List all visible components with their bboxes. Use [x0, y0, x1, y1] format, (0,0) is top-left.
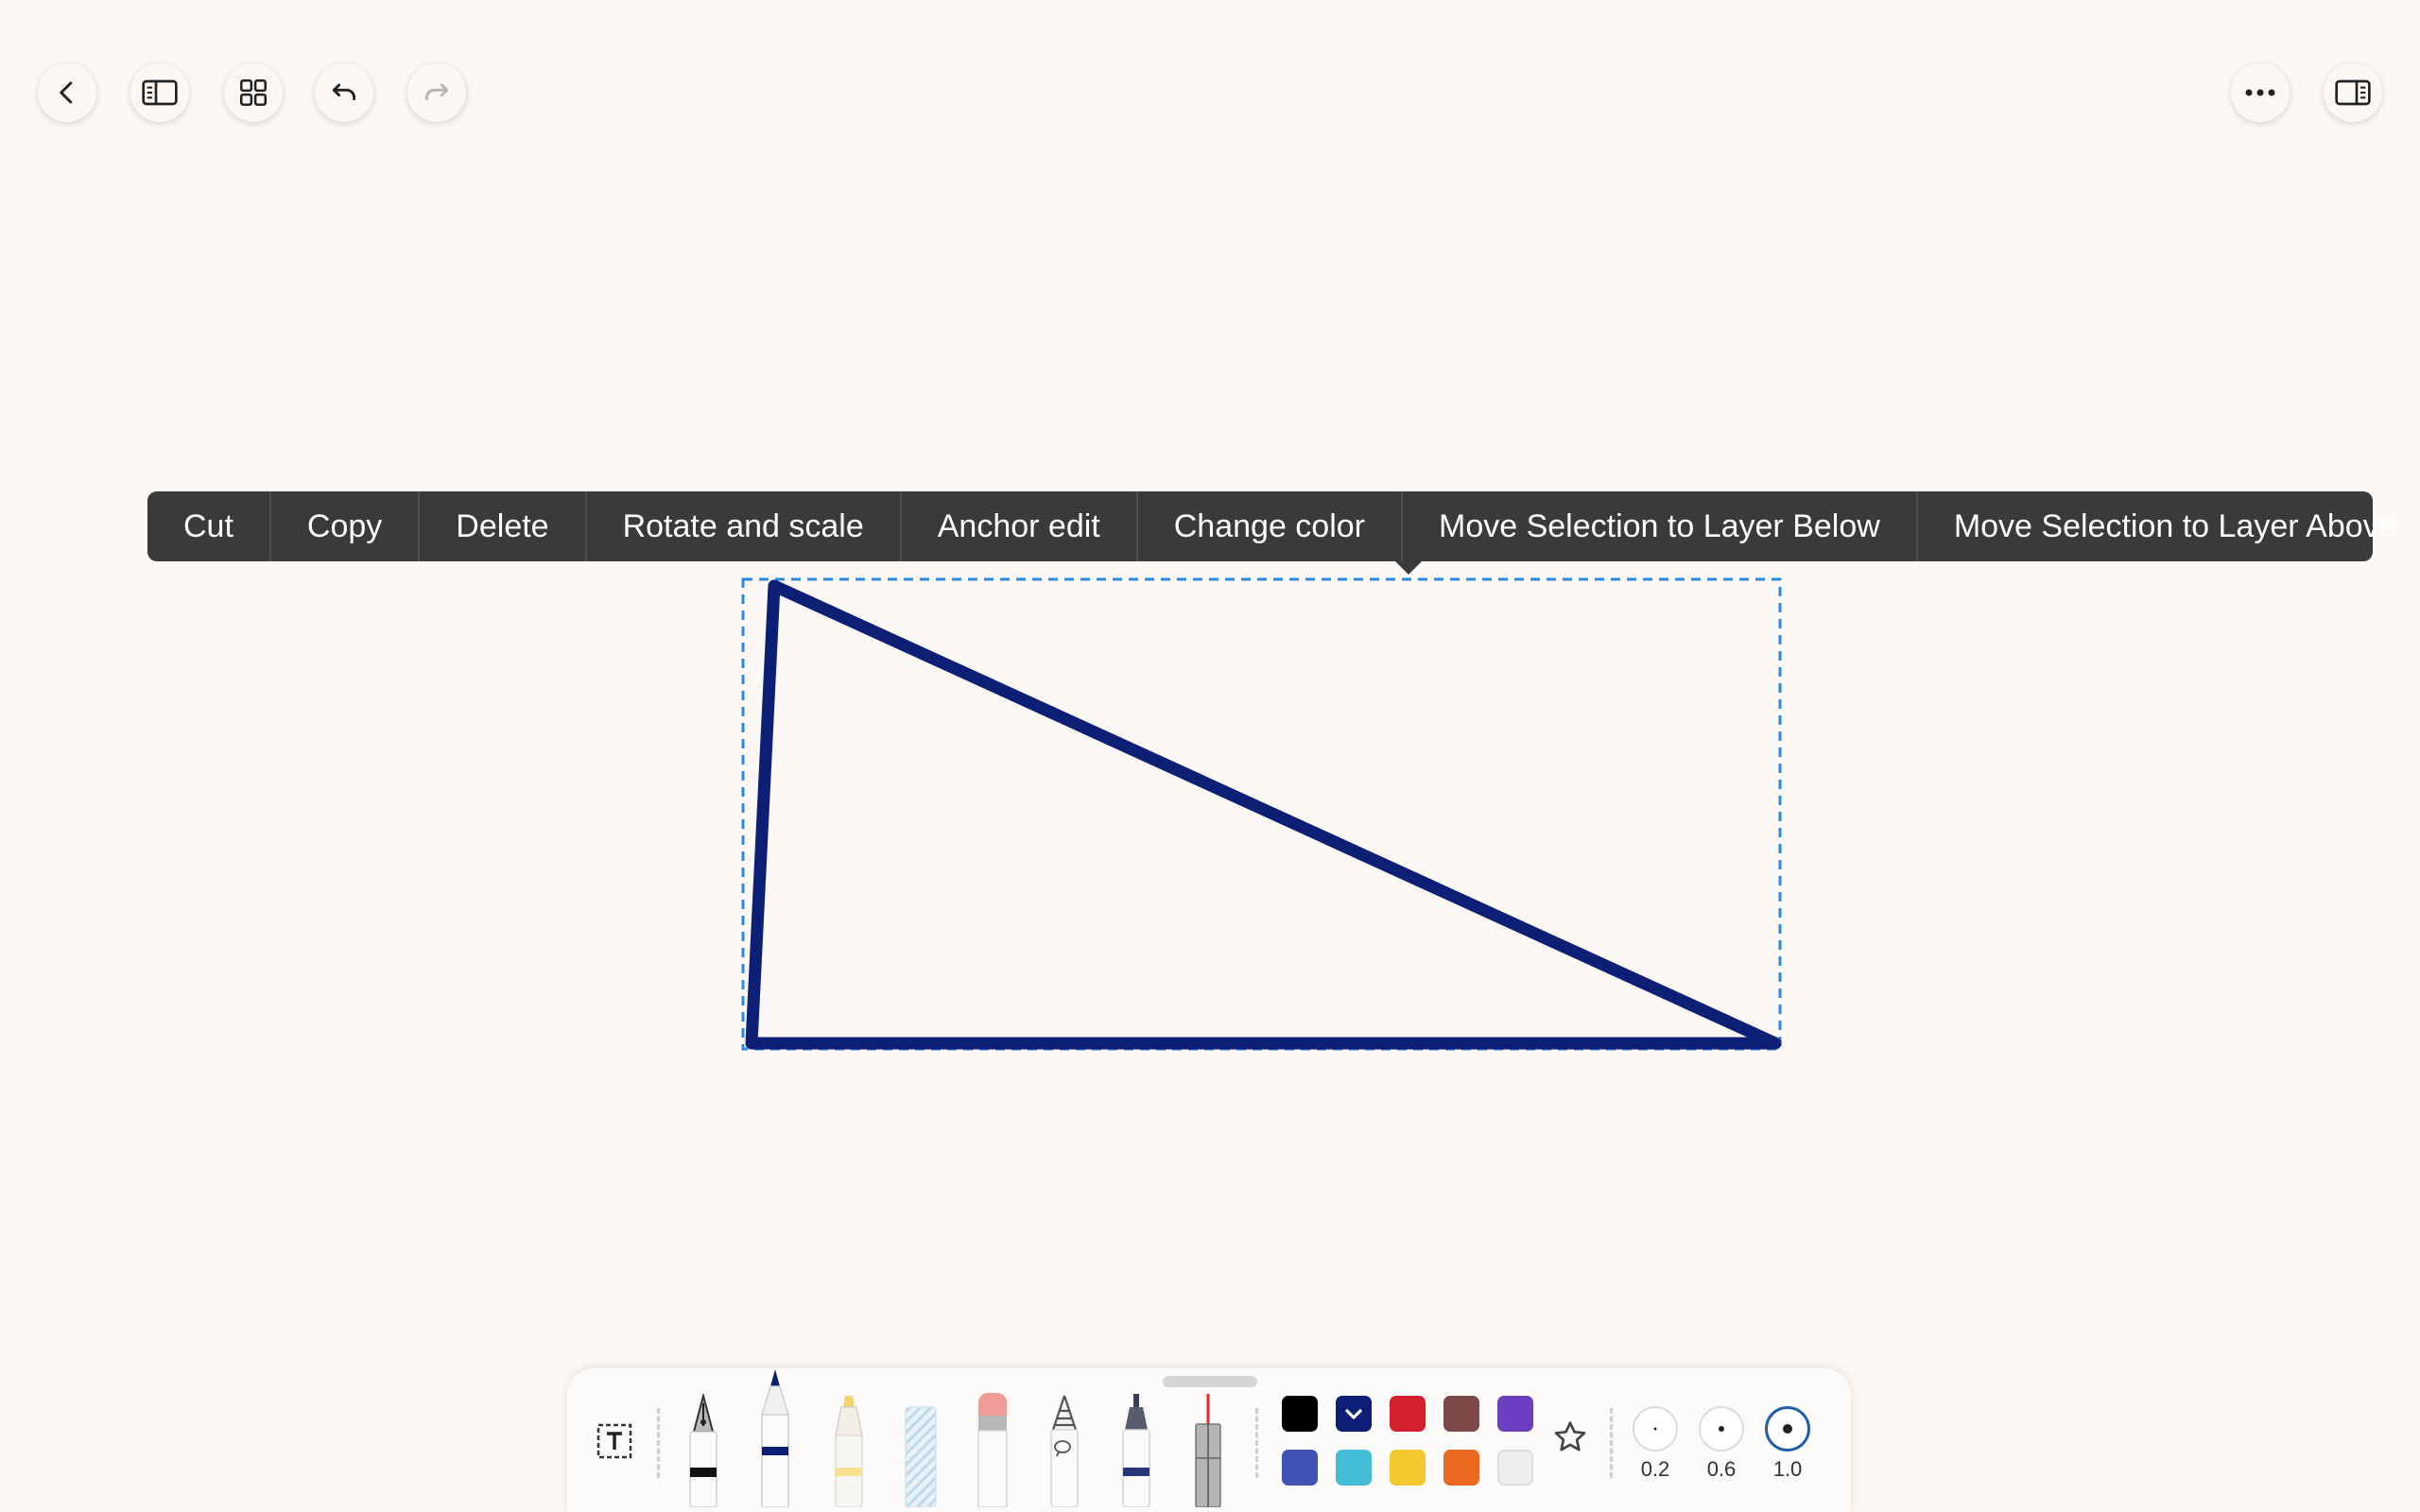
- eraser-tool[interactable]: [972, 1389, 1013, 1512]
- color-swatch-yellow[interactable]: [1390, 1450, 1426, 1486]
- context-menu: Cut Copy Delete Rotate and scale Anchor …: [147, 491, 2397, 575]
- ballpoint-pen-icon: [760, 1369, 790, 1508]
- delete-menu-item[interactable]: Delete: [420, 491, 587, 561]
- rotate-scale-menu-item[interactable]: Rotate and scale: [587, 491, 902, 561]
- color-swatch-navy-selected[interactable]: [1336, 1396, 1372, 1432]
- marker-tool[interactable]: [1115, 1392, 1157, 1512]
- change-color-menu-item[interactable]: Change color: [1138, 491, 1403, 561]
- fountain-pen-icon: [689, 1392, 717, 1508]
- toolbar-separator: [657, 1408, 660, 1478]
- color-swatch-brown[interactable]: [1443, 1396, 1479, 1432]
- color-swatch-cyan[interactable]: [1336, 1450, 1372, 1486]
- text-tool-button[interactable]: [596, 1422, 633, 1465]
- lasso-tool[interactable]: [1044, 1392, 1085, 1512]
- crayon-tool[interactable]: [900, 1394, 942, 1512]
- color-swatch-white[interactable]: [1497, 1450, 1533, 1486]
- anchor-edit-menu-item[interactable]: Anchor edit: [902, 491, 1138, 561]
- size-dot-medium: [1719, 1426, 1724, 1432]
- drawing-canvas[interactable]: [0, 0, 2420, 1512]
- move-layer-below-menu-item[interactable]: Move Selection to Layer Below: [1403, 491, 1918, 561]
- color-swatch-orange[interactable]: [1443, 1450, 1479, 1486]
- color-swatch-purple[interactable]: [1497, 1396, 1533, 1432]
- ballpoint-pen-tool[interactable]: [754, 1366, 796, 1512]
- move-layer-above-menu-item[interactable]: Move Selection to Layer Above: [1918, 491, 2420, 561]
- marker-icon: [1122, 1394, 1150, 1508]
- color-swatch-red[interactable]: [1390, 1396, 1426, 1432]
- size-dot-large: [1783, 1424, 1792, 1434]
- toolbar-separator: [1610, 1408, 1613, 1478]
- color-swatch-blue[interactable]: [1282, 1450, 1318, 1486]
- size-option-0-2[interactable]: [1633, 1406, 1678, 1452]
- fountain-pen-tool[interactable]: [683, 1392, 724, 1512]
- menu-pointer: [1395, 561, 1422, 575]
- highlighter-tool[interactable]: [828, 1394, 870, 1512]
- size-option-0-6[interactable]: [1699, 1406, 1744, 1452]
- checkmark-icon: [1345, 1409, 1362, 1419]
- pen-toolbar: 0.2 0.6 1.0: [567, 1368, 1851, 1512]
- highlighter-icon: [835, 1396, 863, 1508]
- laser-pointer-icon: [1195, 1394, 1221, 1508]
- size-dot-small: [1653, 1427, 1657, 1431]
- eraser-icon: [977, 1393, 1008, 1508]
- laser-pointer-tool[interactable]: [1187, 1392, 1229, 1512]
- size-label-1-0: 1.0: [1772, 1457, 1803, 1481]
- lasso-icon: [1050, 1395, 1079, 1508]
- toolbar-separator: [1255, 1408, 1258, 1478]
- cut-menu-item[interactable]: Cut: [147, 491, 271, 561]
- triangle-stroke[interactable]: [745, 579, 1782, 1050]
- crayon-icon: [905, 1406, 937, 1508]
- size-option-1-0-selected[interactable]: [1765, 1406, 1810, 1452]
- text-tool-icon: [596, 1423, 632, 1459]
- copy-menu-item[interactable]: Copy: [271, 491, 421, 561]
- toolbar-drag-handle[interactable]: [1163, 1376, 1257, 1387]
- star-icon: [1554, 1421, 1586, 1452]
- size-label-0-6: 0.6: [1706, 1457, 1737, 1481]
- color-swatch-black[interactable]: [1282, 1396, 1318, 1432]
- favorite-color-button[interactable]: [1551, 1418, 1589, 1461]
- size-label-0-2: 0.2: [1640, 1457, 1670, 1481]
